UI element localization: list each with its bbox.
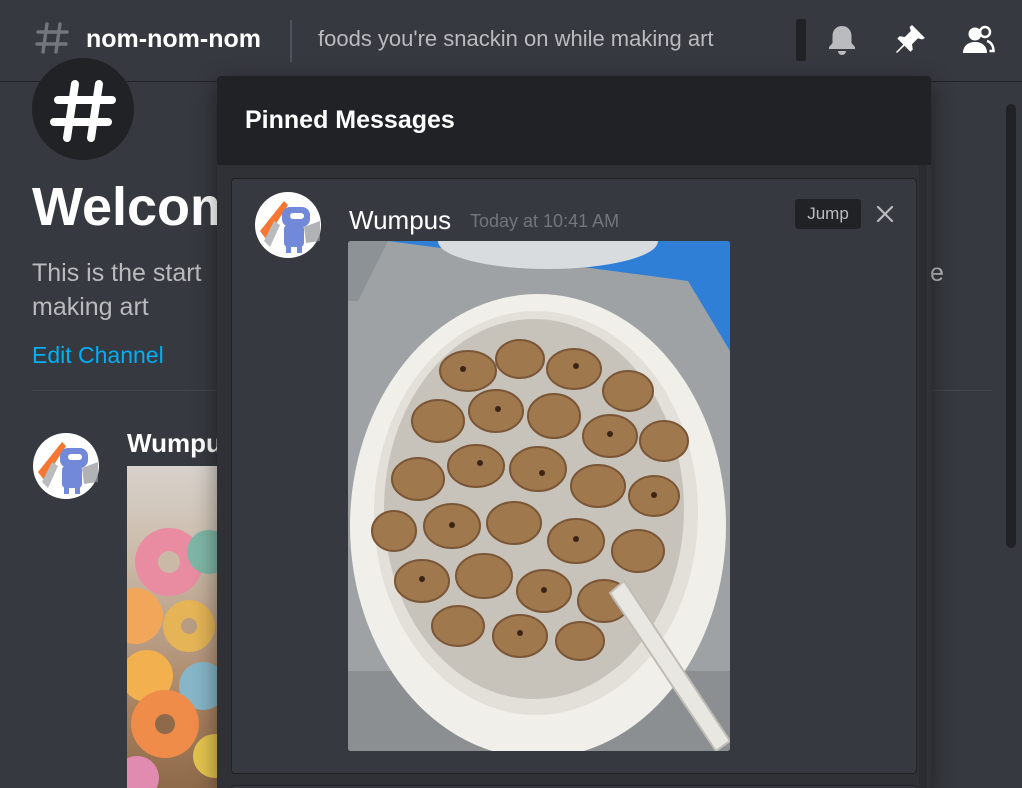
popout-title: Pinned Messages (245, 106, 455, 134)
chat-scrollbar-thumb[interactable] (1006, 104, 1016, 548)
jump-button[interactable]: Jump (795, 199, 861, 229)
message-image[interactable] (127, 466, 227, 788)
wumpus-avatar[interactable] (32, 432, 100, 500)
popout-scrollbar[interactable] (919, 165, 927, 788)
welcome-description-tail: e (930, 259, 944, 287)
channel-welcome-icon (32, 58, 134, 160)
message-image[interactable] (348, 241, 730, 751)
message-username[interactable]: Wumpu (127, 428, 222, 459)
message-username[interactable]: Wumpus (349, 205, 451, 236)
channel-topic[interactable]: foods you're snackin on while making art (318, 26, 714, 52)
popout-header: Pinned Messages (217, 76, 931, 165)
channel-header: nom-nom-nom foods you're snackin on whil… (0, 0, 1022, 82)
members-icon[interactable] (960, 22, 996, 58)
pinned-messages-popout: Pinned Messages Wumpus Today at 10:41 AM… (217, 76, 931, 788)
message-timestamp: Today at 10:41 AM (470, 211, 620, 231)
bell-icon[interactable] (824, 22, 860, 58)
topic-overflow-marker (796, 19, 806, 61)
edit-channel-link[interactable]: Edit Channel (32, 342, 164, 369)
hash-icon (50, 80, 116, 142)
close-icon[interactable] (872, 201, 898, 227)
hash-icon (35, 22, 69, 54)
header-divider (290, 20, 292, 62)
cereal-image (127, 528, 227, 788)
welcome-title: Welcom (32, 177, 239, 237)
channel-name: nom-nom-nom (86, 25, 261, 53)
wumpus-avatar[interactable] (254, 191, 322, 259)
pinned-message[interactable]: Wumpus Today at 10:41 AM Jump (231, 178, 917, 774)
cereal-bowl-image (348, 241, 730, 751)
pin-icon[interactable] (892, 22, 928, 58)
